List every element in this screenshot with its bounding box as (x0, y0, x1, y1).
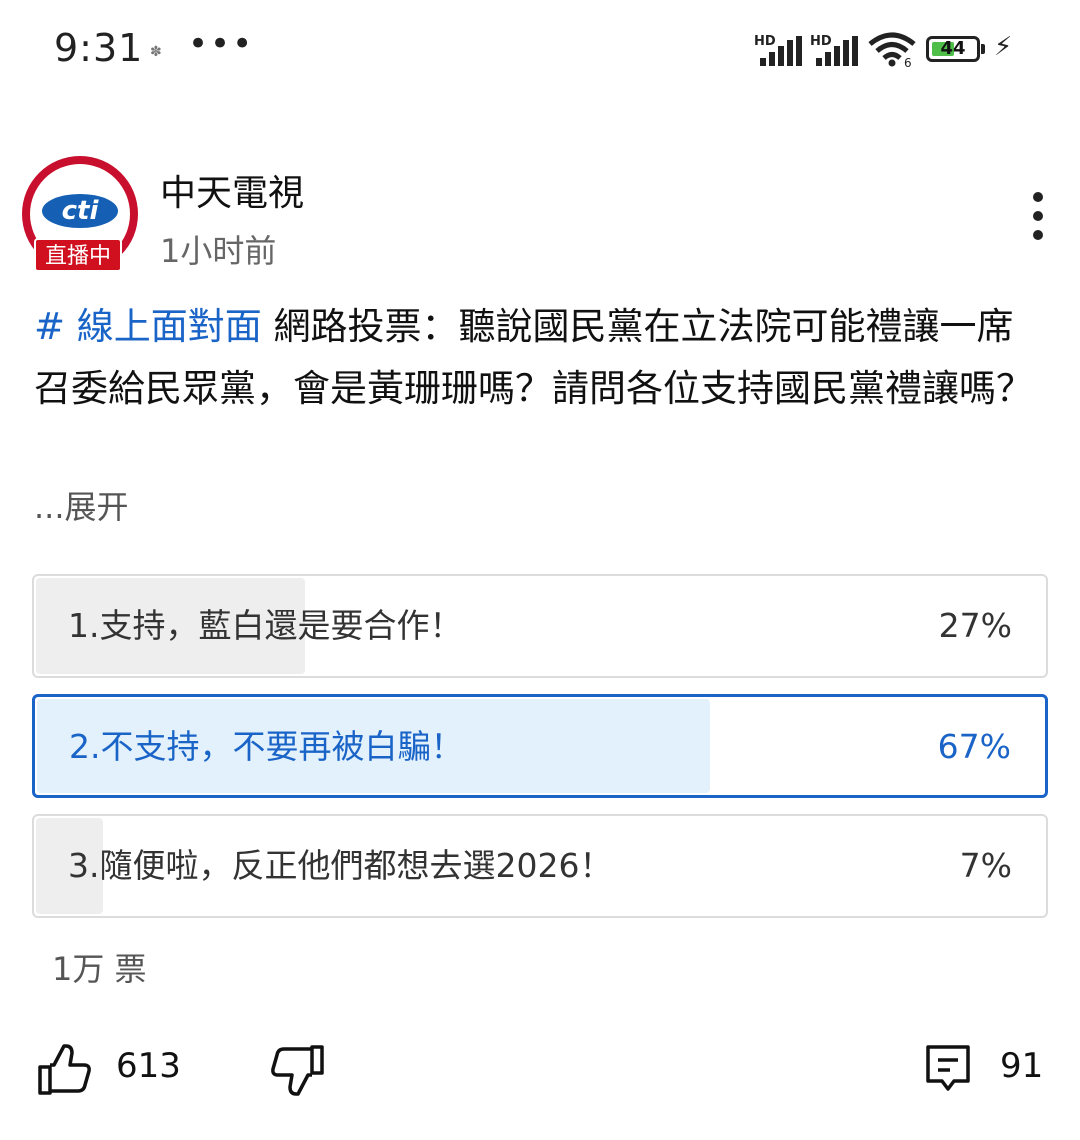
poll-option[interactable]: 3.隨便啦，反正他們都想去選2026！ 7% (32, 814, 1048, 918)
post-text: # 線上面對面 網路投票：聽說國民黨在立法院可能禮讓一席召委給民眾黨，會是黃珊珊… (34, 296, 1034, 420)
live-badge: 直播中 (34, 238, 122, 272)
battery-level: 44 (940, 38, 966, 59)
thumbs-down-icon[interactable] (270, 1040, 326, 1100)
like-count: 613 (116, 1046, 181, 1086)
poll-option-percent: 67% (937, 727, 1011, 766)
status-bar: 9:31 ✽ ••• HD HD 6 44 ⚡ (0, 0, 1080, 100)
more-notifications-icon: ••• (188, 24, 255, 64)
poll-option-label: 3.隨便啦，反正他們都想去選2026！ (68, 846, 613, 885)
vote-count: 1万 票 (52, 950, 147, 988)
status-time: 9:31 (54, 26, 144, 70)
poll-option-label: 1.支持，藍白還是要合作！ (68, 606, 463, 645)
svg-text:6: 6 (904, 56, 912, 68)
wifi-icon: 6 (868, 32, 916, 68)
poll-option[interactable]: 2.不支持，不要再被白騙！ 67% (32, 694, 1048, 798)
channel-logo: cti (42, 194, 118, 228)
expand-button[interactable]: ...展开 (34, 482, 129, 528)
hashtag-link[interactable]: # 線上面對面 (34, 305, 262, 348)
channel-name[interactable]: 中天電視 (160, 164, 304, 216)
poll-option-percent: 27% (938, 606, 1012, 645)
comment-count: 91 (1000, 1046, 1044, 1086)
poll-option-label: 2.不支持，不要再被白騙！ (69, 727, 464, 766)
post-time: 1小时前 (160, 232, 277, 270)
thumbs-up-icon[interactable] (36, 1040, 92, 1100)
poll-option-percent: 7% (959, 846, 1012, 885)
more-vert-icon[interactable] (1024, 192, 1052, 240)
cell-signal-1-icon: HD (754, 34, 802, 66)
comment-icon[interactable] (924, 1040, 972, 1100)
charging-bolt-icon: ⚡ (994, 32, 1013, 62)
notification-icon: ✽ (150, 44, 162, 60)
cell-signal-2-icon: HD (810, 34, 858, 66)
battery-icon: 44 (926, 36, 980, 62)
poll-option[interactable]: 1.支持，藍白還是要合作！ 27% (32, 574, 1048, 678)
